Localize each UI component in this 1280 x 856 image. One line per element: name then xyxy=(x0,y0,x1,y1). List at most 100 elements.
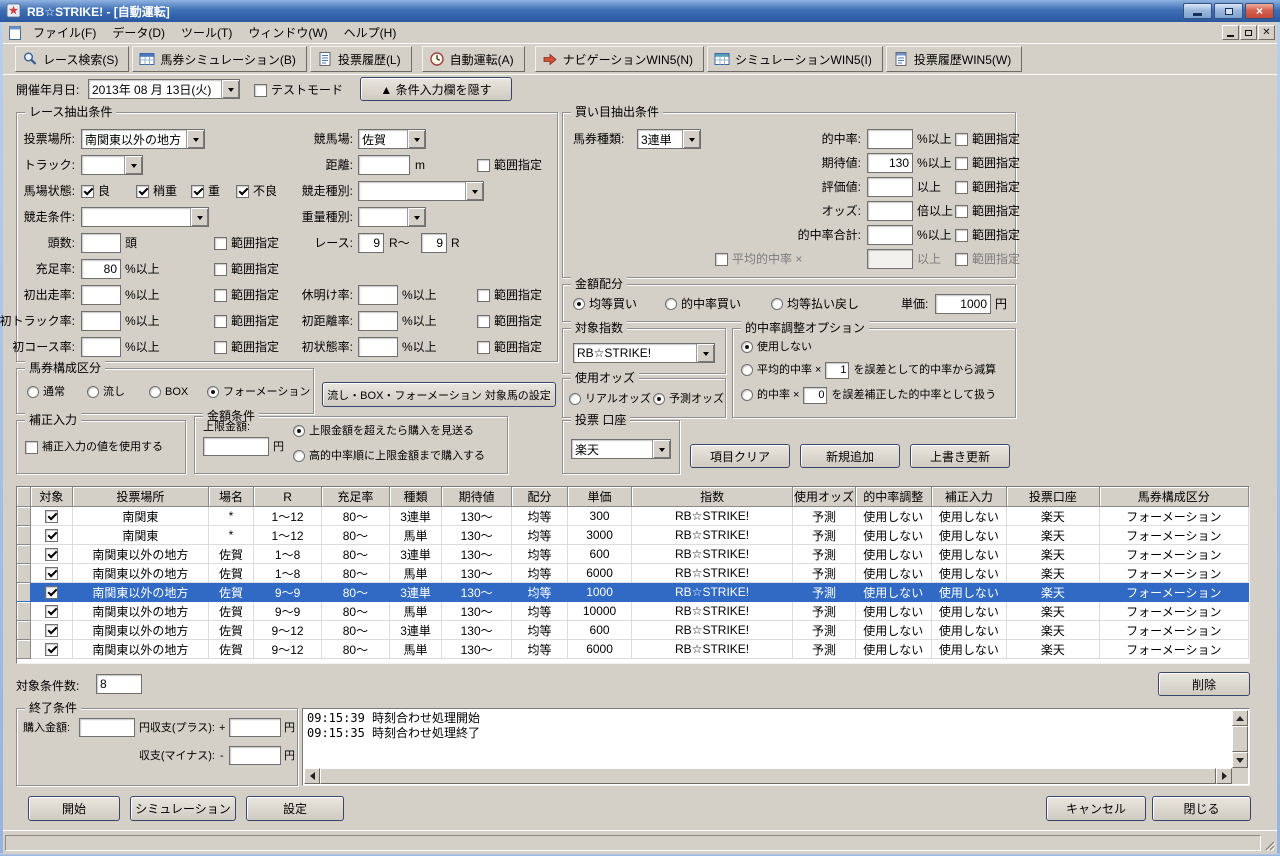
chevron-down-icon[interactable] xyxy=(190,208,208,226)
menu-item[interactable]: データ(D) xyxy=(104,21,173,44)
adjust-option-avg[interactable]: 平均的中率 × 1 を誤差として的中率から減算 xyxy=(741,361,996,379)
first-run-input[interactable] xyxy=(81,285,121,305)
table-header-cell[interactable]: 配分 xyxy=(511,487,569,507)
scroll-up-button[interactable] xyxy=(1232,710,1248,726)
row-selector[interactable] xyxy=(17,544,31,564)
row-selector[interactable] xyxy=(17,506,31,526)
race-type-combo[interactable] xyxy=(358,181,484,201)
row-selector[interactable] xyxy=(17,601,31,621)
start-button[interactable]: 開始 xyxy=(28,796,120,821)
distance-input[interactable] xyxy=(358,155,410,175)
expected-range-checkbox[interactable]: 範囲指定 xyxy=(955,155,1020,171)
toolbar-button[interactable]: 自動運転(A) xyxy=(421,46,525,72)
table-row[interactable]: 南関東以外の地方 佐賀 9～12 80～ 馬単 130～ 均等 6000 RB☆STRIKE! 予… xyxy=(17,639,1249,659)
table-row[interactable]: 南関東以外の地方 佐賀 9～9 80～ 3連単 130～ 均等 1000 RB☆STRIKE! 予… xyxy=(17,582,1249,602)
table-header-cell[interactable]: 投票場所 xyxy=(72,487,209,507)
table-header-cell[interactable]: 投票口座 xyxy=(1006,487,1100,507)
vote-account-combo[interactable]: 楽天 xyxy=(571,439,671,459)
limit-amount-input[interactable] xyxy=(203,437,269,456)
target-count-input[interactable]: 8 xyxy=(96,674,142,694)
overwrite-update-button[interactable]: 上書き更新 xyxy=(910,444,1010,468)
row-selector[interactable] xyxy=(17,620,31,640)
chevron-down-icon[interactable] xyxy=(696,344,714,362)
toolbar-button[interactable]: レース検索(S) xyxy=(15,46,130,72)
structure-setup-button[interactable]: 流し・BOX・フォーメーション 対象馬の設定 xyxy=(322,382,556,407)
rest-return-input[interactable] xyxy=(358,285,398,305)
rest-return-range-checkbox[interactable]: 範囲指定 xyxy=(477,287,542,303)
restore-button[interactable] xyxy=(1214,3,1243,19)
vertical-scrollbar[interactable] xyxy=(1232,710,1248,768)
odds-range-checkbox[interactable]: 範囲指定 xyxy=(955,203,1020,219)
cancel-button[interactable]: キャンセル xyxy=(1046,796,1146,821)
track-condition-option[interactable]: 稍重 xyxy=(136,183,177,199)
table-header-cell[interactable]: 単価 xyxy=(567,487,633,507)
horizontal-scrollbar[interactable] xyxy=(304,768,1232,784)
table-header-cell[interactable]: 期待値 xyxy=(441,487,513,507)
row-selector[interactable] xyxy=(17,563,31,583)
track-combo[interactable] xyxy=(81,155,143,175)
table-header-cell[interactable]: 対象 xyxy=(30,487,74,507)
odds-used-option[interactable]: リアルオッズ xyxy=(569,391,651,407)
table-header-cell[interactable]: 指数 xyxy=(631,487,794,507)
evaluation-input[interactable] xyxy=(867,177,913,197)
mdi-child-icon[interactable] xyxy=(7,25,23,41)
first-state-range-checkbox[interactable]: 範囲指定 xyxy=(477,339,542,355)
scrollbar-thumb[interactable] xyxy=(320,768,1216,784)
row-selector[interactable] xyxy=(17,582,31,602)
avg-hit-checkbox[interactable]: 平均的中率 × xyxy=(715,251,802,267)
chevron-down-icon[interactable] xyxy=(221,80,239,98)
alloc-option[interactable]: 的中率買い xyxy=(665,296,741,312)
row-target-checkbox[interactable] xyxy=(44,586,58,600)
row-target-checkbox[interactable] xyxy=(44,605,58,619)
chevron-down-icon[interactable] xyxy=(652,440,670,458)
structure-option[interactable]: フォーメーション xyxy=(207,384,310,400)
table-header-cell[interactable]: 補正入力 xyxy=(931,487,1008,507)
toolbar-button[interactable]: 投票履歴WIN5(W) xyxy=(885,46,1023,72)
heads-input[interactable] xyxy=(81,233,121,253)
row-target-checkbox[interactable] xyxy=(44,529,58,543)
use-correction-checkbox[interactable]: 補正入力の値を使用する xyxy=(25,439,163,455)
menu-item[interactable]: ヘルプ(H) xyxy=(336,21,405,44)
row-target-checkbox[interactable] xyxy=(44,548,58,562)
chevron-down-icon[interactable] xyxy=(465,182,483,200)
alloc-option[interactable]: 均等買い xyxy=(573,296,637,312)
odds-input[interactable] xyxy=(867,201,913,221)
minimize-button[interactable] xyxy=(1183,3,1212,19)
mdi-restore-button[interactable] xyxy=(1240,25,1257,40)
chevron-down-icon[interactable] xyxy=(682,130,700,148)
table-header-cell[interactable]: 充足率 xyxy=(321,487,390,507)
menu-item[interactable]: ファイル(F) xyxy=(25,21,104,44)
scrollbar-thumb[interactable] xyxy=(1232,726,1248,752)
test-mode-checkbox[interactable]: テストモード xyxy=(254,82,343,98)
date-combo[interactable]: 2013年 08 月 13日(火) xyxy=(88,79,240,99)
first-run-range-checkbox[interactable]: 範囲指定 xyxy=(214,287,279,303)
row-selector[interactable] xyxy=(17,639,31,659)
chevron-down-icon[interactable] xyxy=(407,208,425,226)
clear-items-button[interactable]: 項目クリア xyxy=(690,444,790,468)
first-state-input[interactable] xyxy=(358,337,398,357)
mdi-minimize-button[interactable] xyxy=(1222,25,1239,40)
track-condition-option[interactable]: 不良 xyxy=(236,183,277,199)
hit-rate-input[interactable] xyxy=(867,129,913,149)
distance-range-checkbox[interactable]: 範囲指定 xyxy=(477,157,542,173)
table-row[interactable]: 南関東以外の地方 佐賀 1～8 80～ 3連単 130～ 均等 600 RB☆STRIKE! 予測… xyxy=(17,544,1249,564)
odds-used-option[interactable]: 予測オッズ xyxy=(653,391,724,407)
table-row[interactable]: 南関東 * 1～12 80～ 3連単 130～ 均等 300 RB☆STRIKE! 予測 使用しない… xyxy=(17,506,1249,526)
fill-rate-range-checkbox[interactable]: 範囲指定 xyxy=(214,261,279,277)
row-selector[interactable] xyxy=(17,525,31,545)
first-track-range-checkbox[interactable]: 範囲指定 xyxy=(214,313,279,329)
resize-grip-icon[interactable] xyxy=(1262,838,1276,852)
delete-button[interactable]: 削除 xyxy=(1158,672,1250,696)
structure-option[interactable]: 通常 xyxy=(27,384,65,400)
adjust-option-rate[interactable]: 的中率 × 0 を誤差補正した的中率として扱う xyxy=(741,386,996,404)
race-to-input[interactable]: 9 xyxy=(421,233,447,253)
alloc-option[interactable]: 均等払い戻し xyxy=(771,296,859,312)
weight-type-combo[interactable] xyxy=(358,207,426,227)
row-target-checkbox[interactable] xyxy=(44,624,58,638)
simulation-button[interactable]: シミュレーション xyxy=(130,796,236,821)
racecourse-combo[interactable]: 佐賀 xyxy=(358,129,426,149)
table-row[interactable]: 南関東以外の地方 佐賀 9～12 80～ 3連単 130～ 均等 600 RB☆STRIKE! 予… xyxy=(17,620,1249,640)
row-target-checkbox[interactable] xyxy=(44,510,58,524)
adjust-avg-input[interactable]: 1 xyxy=(825,361,850,379)
first-course-range-checkbox[interactable]: 範囲指定 xyxy=(214,339,279,355)
